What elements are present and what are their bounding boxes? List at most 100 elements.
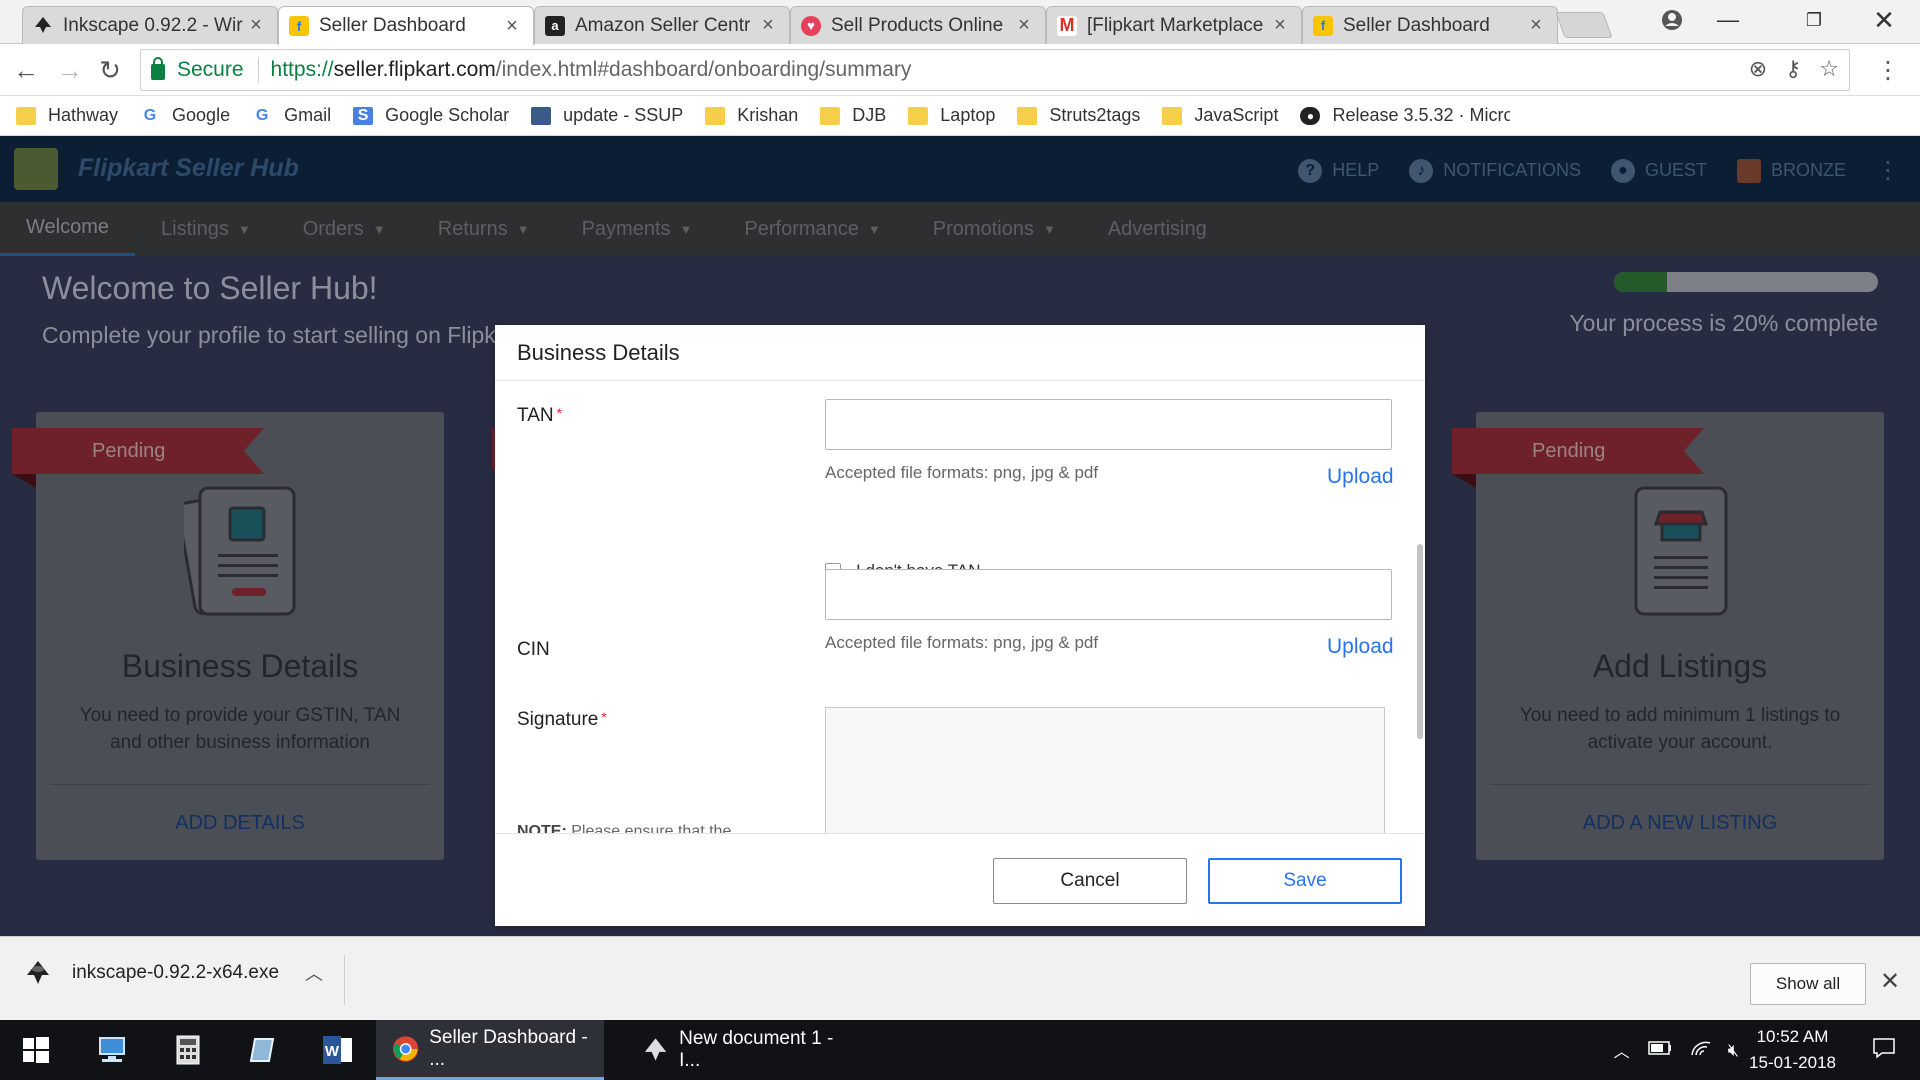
nav-advertising[interactable]: Advertising — [1082, 202, 1233, 256]
save-button[interactable]: Save — [1208, 858, 1402, 904]
browser-tab-gmail[interactable]: M [Flipkart Marketplace × — [1046, 6, 1302, 44]
bookmark-javascript[interactable]: JavaScript — [1162, 105, 1278, 126]
volume-muted-icon[interactable]: 🔇︎ — [1728, 1040, 1739, 1061]
tan-upload-link[interactable]: Upload — [1327, 465, 1394, 489]
menu-kebab-icon[interactable]: ⋮ — [1870, 52, 1906, 88]
address-bar[interactable]: Secure https://seller.flipkart.com/index… — [140, 49, 1850, 91]
bookmark-google[interactable]: G Google — [140, 105, 230, 126]
business-details-card: Pending Business Details You need to pro… — [12, 412, 444, 860]
tan-input[interactable] — [825, 399, 1392, 450]
browser-toolbar: ← → ↻ Secure https://seller.flipkart.com… — [0, 44, 1920, 96]
tab-close-icon[interactable]: × — [757, 14, 779, 37]
chevron-down-icon: ▼ — [679, 221, 693, 237]
help-link[interactable]: ? HELP — [1298, 158, 1379, 183]
download-item[interactable]: inkscape-0.92.2-x64.exe ︿ — [24, 959, 323, 987]
brand-title[interactable]: Flipkart Seller Hub — [78, 154, 299, 183]
card-title: Add Listings — [1592, 648, 1768, 684]
reload-icon[interactable]: ↻ — [92, 52, 128, 88]
tab-close-icon[interactable]: × — [245, 14, 267, 37]
google-icon: G — [143, 106, 157, 124]
add-details-link[interactable]: ADD DETAILS — [36, 812, 444, 835]
window-close-icon[interactable]: ✕ — [1856, 0, 1912, 40]
nav-payments[interactable]: Payments ▼ — [556, 202, 719, 256]
calculator-icon[interactable] — [164, 1020, 212, 1080]
flipkart-icon: f — [1313, 15, 1333, 36]
tab-close-icon[interactable]: × — [1269, 14, 1291, 37]
wifi-icon[interactable] — [1690, 1039, 1712, 1062]
signature-drop-area[interactable] — [825, 707, 1385, 833]
browser-tab-paytm[interactable]: ♥ Sell Products Online × — [790, 6, 1046, 44]
chevron-up-icon[interactable]: ︿ — [1614, 1038, 1630, 1062]
nav-orders[interactable]: Orders ▼ — [277, 202, 412, 256]
browser-tab-seller-dashboard-2[interactable]: f Seller Dashboard × — [1302, 6, 1558, 44]
new-tab-button[interactable] — [1555, 12, 1613, 38]
taskbar-app-inkscape[interactable]: New document 1 - I... — [626, 1020, 854, 1080]
browser-tab-amazon[interactable]: a Amazon Seller Centr × — [534, 6, 790, 44]
clock[interactable]: 10:52 AM 15-01-2018 — [1749, 1024, 1836, 1076]
bell-icon: ♪ — [1409, 158, 1434, 183]
action-center-icon[interactable] — [1872, 1037, 1896, 1064]
tab-close-icon[interactable]: × — [1525, 14, 1547, 37]
modal-body: TAN * Accepted file formats: png, jpg & p… — [495, 381, 1425, 833]
status-ribbon: Pending — [12, 428, 264, 474]
inkscape-icon — [644, 1038, 667, 1061]
key-icon[interactable]: ⚷ — [1785, 56, 1801, 82]
notifications-link[interactable]: ♪ NOTIFICATIONS — [1409, 158, 1581, 183]
blocked-popup-icon[interactable]: ⊗ — [1749, 56, 1767, 82]
forward-icon[interactable]: → — [52, 52, 88, 88]
bookmark-label: Krishan — [737, 105, 799, 125]
cin-formats-hint: Accepted file formats: png, jpg & pdf — [825, 633, 1099, 652]
header-actions: ? HELP ♪ NOTIFICATIONS ● GUEST BRONZE ⋮ — [1298, 156, 1900, 185]
listing-document-icon — [1634, 486, 1728, 616]
nav-performance[interactable]: Performance ▼ — [718, 202, 906, 256]
chevron-up-icon[interactable]: ︿ — [305, 960, 323, 986]
folder-icon — [1162, 106, 1183, 125]
chevron-down-icon: ▼ — [237, 221, 251, 237]
tab-close-icon[interactable]: × — [501, 15, 523, 38]
computer-icon[interactable] — [88, 1020, 136, 1080]
guest-label: GUEST — [1644, 160, 1707, 180]
back-icon[interactable]: ← — [8, 52, 44, 88]
word-icon[interactable]: W — [314, 1020, 362, 1080]
profile-icon[interactable] — [1644, 0, 1700, 40]
nav-listings[interactable]: Listings ▼ — [135, 202, 277, 256]
bookmark-laptop[interactable]: Laptop — [908, 105, 995, 126]
bookmark-label: Hathway — [48, 105, 119, 125]
close-shelf-icon[interactable]: ✕ — [1880, 967, 1900, 996]
cancel-button[interactable]: Cancel — [993, 858, 1187, 904]
minimize-icon[interactable]: — — [1700, 0, 1756, 40]
battery-icon[interactable] — [1647, 1040, 1672, 1060]
modal-scrollbar[interactable] — [1417, 544, 1423, 739]
show-all-button[interactable]: Show all — [1750, 963, 1866, 1005]
nav-promotions[interactable]: Promotions ▼ — [907, 202, 1082, 256]
paytm-icon: ♥ — [801, 15, 821, 36]
bookmark-update-ssup[interactable]: update - SSUP — [531, 105, 683, 126]
bookmark-release[interactable]: ● Release 3.5.32 · Micro — [1300, 105, 1510, 126]
divider — [50, 784, 430, 785]
bookmark-struts2tags[interactable]: Struts2tags — [1017, 105, 1140, 126]
bookmark-gmail[interactable]: G Gmail — [252, 105, 331, 126]
bookmark-djb[interactable]: DJB — [820, 105, 886, 126]
restore-icon[interactable]: ❐ — [1786, 0, 1842, 40]
seller-hub-header: Flipkart Seller Hub ? HELP ♪ NOTIFICATIONS… — [0, 136, 1920, 202]
guest-link[interactable]: ● GUEST — [1610, 158, 1707, 183]
bookmark-star-icon[interactable]: ☆ — [1819, 56, 1839, 82]
notes-app-icon[interactable] — [238, 1020, 286, 1080]
windows-start-icon[interactable] — [14, 1020, 58, 1080]
browser-tab-inkscape[interactable]: Inkscape 0.92.2 - Wir × — [22, 6, 278, 44]
bookmark-krishan[interactable]: Krishan — [705, 105, 798, 126]
more-kebab-icon[interactable]: ⋮ — [1876, 156, 1900, 185]
flipkart-logo-icon[interactable] — [14, 148, 58, 190]
bookmark-hathway[interactable]: Hathway — [16, 105, 118, 126]
nav-returns[interactable]: Returns ▼ — [412, 202, 556, 256]
browser-tab-seller-dashboard[interactable]: f Seller Dashboard × — [278, 6, 534, 45]
add-new-listing-link[interactable]: ADD A NEW LISTING — [1476, 812, 1884, 835]
cin-input[interactable] — [825, 569, 1392, 620]
bookmark-google-scholar[interactable]: S Google Scholar — [353, 105, 509, 126]
nav-welcome[interactable]: Welcome — [0, 202, 135, 256]
clock-time: 10:52 AM — [1756, 1027, 1829, 1046]
taskbar-app-chrome[interactable]: Seller Dashboard - ... — [376, 1020, 604, 1080]
cin-upload-link[interactable]: Upload — [1327, 635, 1394, 659]
tier-badge[interactable]: BRONZE — [1736, 158, 1846, 183]
tab-close-icon[interactable]: × — [1013, 14, 1035, 37]
